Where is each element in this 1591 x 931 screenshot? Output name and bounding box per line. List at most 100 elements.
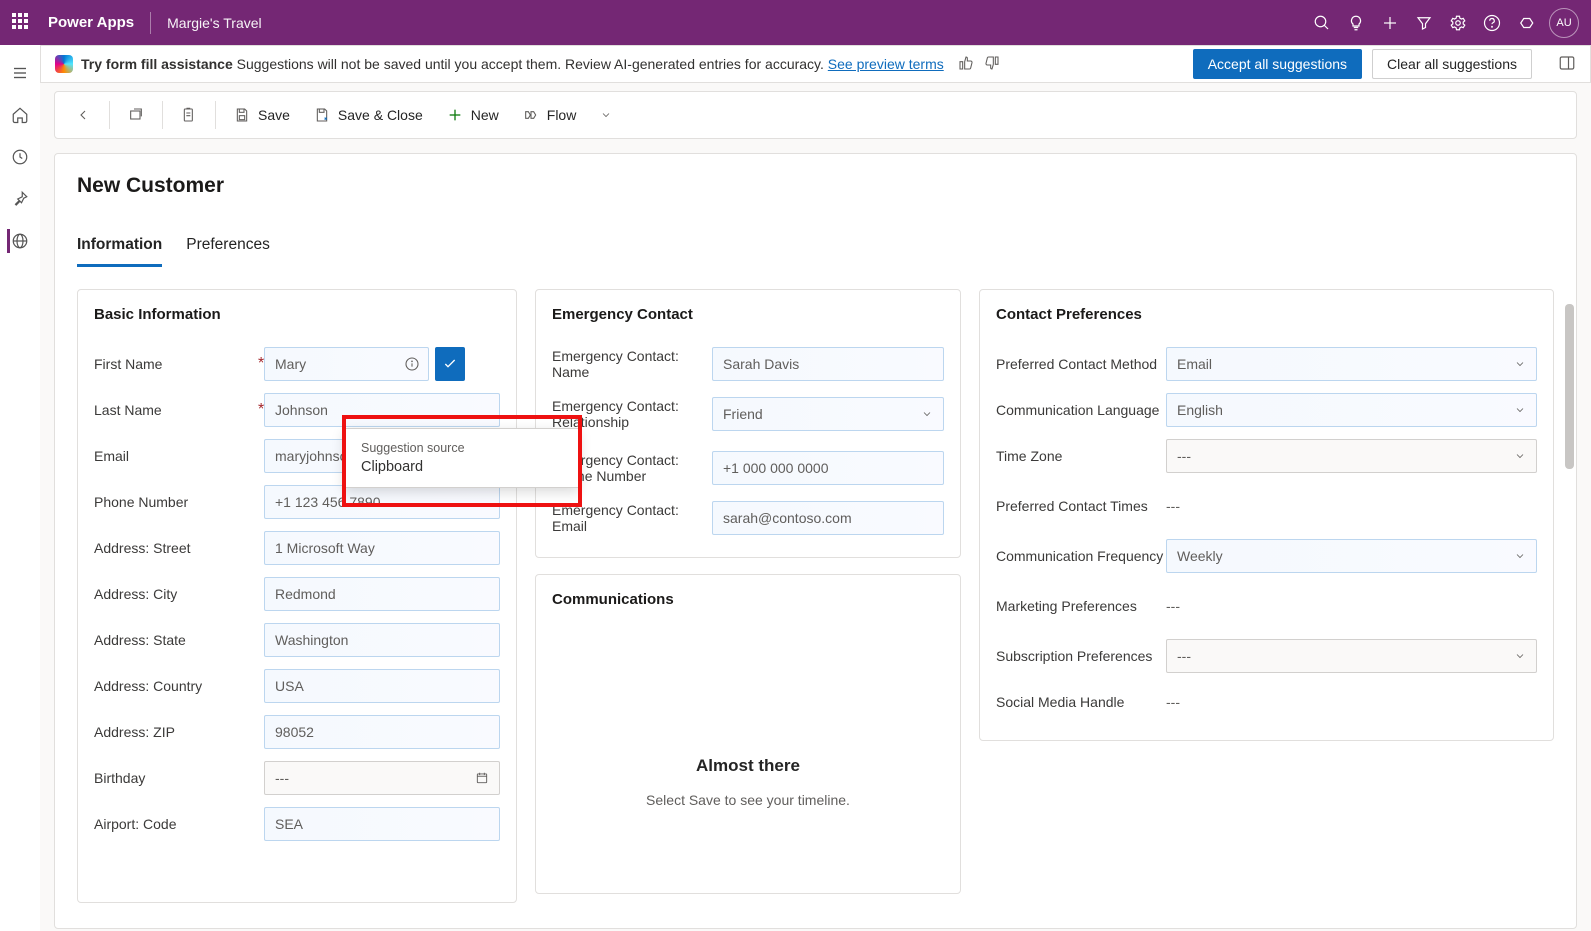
- label-pref-method: Preferred Contact Method: [996, 356, 1166, 372]
- site-rail: [0, 45, 40, 931]
- copilot-icon[interactable]: [1509, 6, 1543, 40]
- communications-card: Communications Almost there Select Save …: [535, 574, 961, 894]
- save-close-button[interactable]: Save & Close: [304, 95, 433, 135]
- select-pref-method[interactable]: Email: [1166, 347, 1537, 381]
- label-last-name: Last Name: [94, 402, 264, 418]
- emergency-title: Emergency Contact: [552, 306, 944, 323]
- scroll-thumb[interactable]: [1565, 304, 1574, 469]
- prefs-title: Contact Preferences: [996, 306, 1537, 323]
- scrollbar[interactable]: [1565, 304, 1574, 894]
- row-ec-email: Emergency Contact: Email sarah@contoso.c…: [552, 495, 944, 541]
- suggestion-source-flyout: Suggestion source Clipboard: [344, 428, 579, 488]
- input-ec-phone[interactable]: +1 000 000 0000: [712, 451, 944, 485]
- flow-button[interactable]: Flow: [513, 95, 622, 135]
- rail-menu-icon[interactable]: [8, 61, 32, 85]
- row-pref-tz: Time Zone ---: [996, 433, 1537, 479]
- rail-globe-icon[interactable]: [7, 229, 31, 253]
- input-city[interactable]: Redmond: [264, 577, 500, 611]
- label-ec-name: Emergency Contact: Name: [552, 348, 712, 380]
- select-pref-subscription[interactable]: ---: [1166, 639, 1537, 673]
- calendar-icon: [475, 771, 489, 785]
- row-city: Address: City Redmond: [94, 571, 500, 617]
- input-zip[interactable]: 98052: [264, 715, 500, 749]
- row-pref-times: Preferred Contact Times ---: [996, 479, 1537, 533]
- contact-preferences-card: Contact Preferences Preferred Contact Me…: [979, 289, 1554, 741]
- label-country: Address: Country: [94, 678, 264, 694]
- row-zip: Address: ZIP 98052: [94, 709, 500, 755]
- flyout-title: Suggestion source: [361, 441, 562, 455]
- chevron-down-icon: [1514, 450, 1526, 462]
- open-new-window-button[interactable]: [118, 95, 154, 135]
- tab-preferences[interactable]: Preferences: [186, 236, 270, 267]
- thumbs-up-icon[interactable]: [958, 55, 974, 74]
- save-button[interactable]: Save: [224, 95, 300, 135]
- settings-icon[interactable]: [1441, 6, 1475, 40]
- row-pref-marketing: Marketing Preferences ---: [996, 579, 1537, 633]
- rail-pin-icon[interactable]: [8, 187, 32, 211]
- label-city: Address: City: [94, 586, 264, 602]
- rail-home-icon[interactable]: [8, 103, 32, 127]
- accept-suggestion-button[interactable]: [435, 347, 465, 381]
- input-street[interactable]: 1 Microsoft Way: [264, 531, 500, 565]
- input-first-name[interactable]: Mary: [264, 347, 429, 381]
- basic-information-card: Basic Information First Name * Mary Last…: [77, 289, 517, 903]
- add-icon[interactable]: [1373, 6, 1407, 40]
- form-tabs: Information Preferences: [77, 236, 1554, 267]
- row-country: Address: Country USA: [94, 663, 500, 709]
- value-pref-times: ---: [1166, 498, 1537, 514]
- separator: [215, 101, 216, 129]
- tab-information[interactable]: Information: [77, 236, 162, 267]
- label-first-name: First Name: [94, 356, 264, 372]
- row-pref-social: Social Media Handle ---: [996, 679, 1537, 725]
- flow-label: Flow: [547, 107, 577, 123]
- input-country[interactable]: USA: [264, 669, 500, 703]
- row-street: Address: Street 1 Microsoft Way: [94, 525, 500, 571]
- row-pref-subscription: Subscription Preferences ---: [996, 633, 1537, 679]
- input-phone[interactable]: +1 123 456 7890: [264, 485, 500, 519]
- label-phone: Phone Number: [94, 494, 264, 510]
- preview-terms-link[interactable]: See preview terms: [828, 56, 944, 72]
- empty-text: Select Save to see your timeline.: [552, 792, 944, 808]
- input-last-name[interactable]: Johnson: [264, 393, 500, 427]
- input-birthday[interactable]: ---: [264, 761, 500, 795]
- row-pref-method: Preferred Contact Method Email: [996, 341, 1537, 387]
- chevron-down-icon: [1514, 550, 1526, 562]
- form-page: New Customer Information Preferences Bas…: [54, 153, 1577, 929]
- flyout-value: Clipboard: [361, 459, 562, 475]
- select-ec-relationship[interactable]: Friend: [712, 397, 944, 431]
- input-airport[interactable]: SEA: [264, 807, 500, 841]
- back-button[interactable]: [65, 95, 101, 135]
- select-pref-tz[interactable]: ---: [1166, 439, 1537, 473]
- avatar[interactable]: AU: [1549, 8, 1579, 38]
- row-ec-name: Emergency Contact: Name Sarah Davis: [552, 341, 944, 387]
- environment-name: Margie's Travel: [167, 15, 261, 31]
- task-button[interactable]: [171, 95, 207, 135]
- separator: [109, 101, 110, 129]
- select-pref-lang[interactable]: English: [1166, 393, 1537, 427]
- row-ec-phone: Emergency Contact: Phone Number +1 000 0…: [552, 441, 944, 495]
- clear-all-button[interactable]: Clear all suggestions: [1372, 49, 1532, 79]
- chevron-down-icon: [1514, 650, 1526, 662]
- help-icon[interactable]: [1475, 6, 1509, 40]
- filter-icon[interactable]: [1407, 6, 1441, 40]
- accept-all-button[interactable]: Accept all suggestions: [1193, 49, 1362, 79]
- select-pref-freq[interactable]: Weekly: [1166, 539, 1537, 573]
- app-launcher-icon[interactable]: [12, 13, 32, 33]
- label-pref-lang: Communication Language: [996, 402, 1166, 418]
- thumbs-down-icon[interactable]: [984, 55, 1000, 74]
- input-state[interactable]: Washington: [264, 623, 500, 657]
- main-region: Try form fill assistance Suggestions wil…: [40, 45, 1591, 931]
- search-icon[interactable]: [1305, 6, 1339, 40]
- brand-label: Power Apps: [48, 14, 134, 31]
- rail-recent-icon[interactable]: [8, 145, 32, 169]
- lightbulb-icon[interactable]: [1339, 6, 1373, 40]
- row-state: Address: State Washington: [94, 617, 500, 663]
- banner-title: Try form fill assistance: [81, 56, 233, 72]
- page-title: New Customer: [77, 174, 1554, 198]
- new-button[interactable]: New: [437, 95, 509, 135]
- input-ec-email[interactable]: sarah@contoso.com: [712, 501, 944, 535]
- label-pref-tz: Time Zone: [996, 448, 1166, 464]
- info-icon[interactable]: [404, 356, 420, 375]
- input-ec-name[interactable]: Sarah Davis: [712, 347, 944, 381]
- copilot-pane-icon[interactable]: [1558, 54, 1576, 75]
